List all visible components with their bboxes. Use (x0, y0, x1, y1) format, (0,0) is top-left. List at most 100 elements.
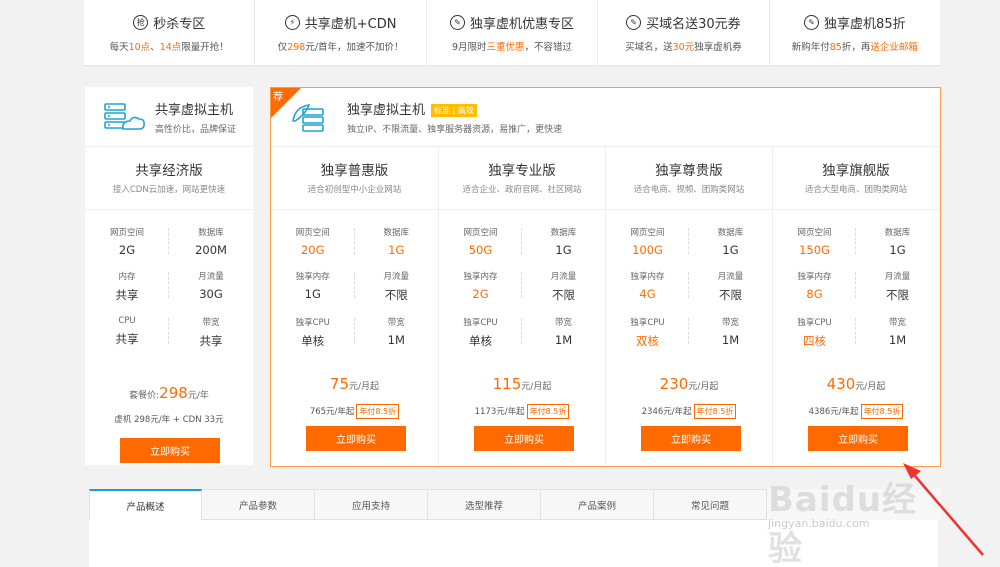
tab-item[interactable]: 产品案例 (541, 489, 654, 520)
spec-value: 150G (799, 243, 830, 257)
spec-item: 独享内存 8G (773, 270, 856, 303)
exclusive-host-title: 独享虚拟主机 (347, 103, 426, 118)
promo-item[interactable]: ✎ 买域名送30元券 买域名，送30元独享虚机券 (597, 0, 768, 65)
spec-grid: 网页空间 2G 数据库 200M 内存 共享 月流量 30G CPU 共享 带宽 共享 (85, 210, 253, 349)
price-line: 430元/月起 (773, 375, 939, 393)
plan-card: 独享专业版 适合企业、政府官网、社区网站 网页空间 50G 数据库 1G 独享内存 2G 月流量… (438, 147, 605, 466)
promo-item[interactable]: ⚡ 共享虚机+CDN 仅298元/首年，加速不加价！ (254, 0, 425, 65)
shared-host-header: 共享虚拟主机 高性价比，品牌保证 (85, 87, 253, 147)
tab-item[interactable]: 常见问题 (654, 489, 767, 520)
tab-item[interactable]: 应用支持 (315, 489, 428, 520)
price-unit: 元/年 (187, 391, 209, 401)
promo-icon: ✎ (804, 15, 820, 30)
price-line: 115元/月起 (439, 375, 605, 393)
price-unit: 元/月起 (688, 382, 719, 392)
spec-label: 独享内存 (630, 272, 665, 282)
spec-label: 独享CPU (463, 318, 498, 328)
spec-value: 1G (889, 243, 906, 257)
price-line: 75元/月起 (271, 375, 438, 393)
promo-subtitle-segment: 三重优惠 (486, 41, 525, 53)
promo-title: 秒杀专区 (153, 17, 206, 32)
promo-subtitle-segment: 、 (150, 41, 160, 53)
spec-item: 网页空间 100G (606, 226, 689, 257)
spec-value: 不限 (384, 288, 408, 302)
spec-item: 独享CPU 双核 (606, 316, 689, 349)
promo-icon: 抢 (133, 15, 149, 30)
tab-item[interactable]: 产品参数 (202, 489, 315, 520)
spec-label: 数据库 (717, 228, 744, 238)
spec-item: 数据库 200M (169, 226, 253, 257)
promo-subtitle-segment: 298 (287, 41, 306, 53)
price-value: 75 (329, 375, 350, 393)
spec-label: 带宽 (721, 318, 739, 328)
plan-desc: 适合大型电商、团购类网站 (804, 185, 907, 195)
spec-item: 独享CPU 单核 (439, 316, 522, 349)
spec-label: 带宽 (387, 318, 405, 328)
promo-item[interactable]: ✎ 独享虚机优惠专区 9月限时三重优惠，不容错过 (425, 0, 597, 65)
buy-now-button[interactable]: 立即购买 (641, 426, 741, 451)
spec-label: 独享CPU (630, 318, 665, 328)
spec-value: 四核 (803, 334, 826, 348)
price-block: 115元/月起 1173元/年起 年付8.5折 (439, 375, 605, 419)
spec-item: CPU 共享 (85, 316, 169, 349)
spec-value: 不限 (552, 288, 575, 302)
promo-subtitle-segment: 仅 (277, 41, 288, 53)
spec-value: 共享 (199, 334, 223, 348)
promo-icon: ⚡ (284, 15, 300, 30)
recommend-ribbon-label: 荐 (273, 92, 283, 103)
promo-subtitle-segment: 独享虚机券 (694, 41, 742, 53)
promo-subtitle: 每天10点、14点限量开抢！ (110, 39, 229, 53)
price-block: 套餐价:298元/年 虚机 298元/年 + CDN 33元 (85, 384, 253, 425)
spec-label: 月流量 (717, 272, 744, 282)
plan-card: 独享旗舰版 适合大型电商、团购类网站 网页空间 150G 数据库 1G 独享内存 8G 月流量不… (772, 147, 939, 466)
price-value: 230 (659, 375, 689, 393)
spec-value: 单核 (301, 334, 325, 348)
promo-subtitle-segment: 元/首年，加速不加价！ (305, 41, 404, 53)
promo-subtitle: 新购年付85折，再送企业邮箱 (792, 39, 918, 53)
spec-value: 30G (199, 287, 223, 301)
buy-now-button[interactable]: 立即购买 (474, 426, 574, 451)
exclusive-host-subtitle: 独立IP、不限流量、独享服务器资源，易推广，更快速 (347, 125, 563, 135)
spec-item: 数据库 1G (856, 226, 939, 257)
spec-value: 1G (388, 243, 405, 257)
spec-label: 带宽 (888, 318, 906, 328)
discount-badge: 年付8.5折 (526, 404, 570, 419)
spec-label: 网页空间 (797, 228, 832, 238)
promo-title-row: ✎ 独享虚机85折 (804, 13, 906, 33)
shared-host-card: 共享虚拟主机 高性价比，品牌保证 共享经济版 接入CDN云加速，网站更快速 网页… (85, 87, 253, 465)
spec-label: 独享CPU (295, 318, 330, 328)
buy-now-button[interactable]: 立即购买 (120, 438, 220, 463)
spec-item: 带宽 1M (856, 316, 939, 349)
price-sub-line: 1173元/年起 年付8.5折 (439, 404, 605, 419)
buy-now-button[interactable]: 立即购买 (808, 426, 908, 451)
spec-label: 月流量 (550, 272, 577, 282)
promo-item[interactable]: ✎ 独享虚机85折新购年付85折，再送企业邮箱 (768, 0, 940, 65)
year-price: 2346元/年起 (641, 407, 692, 417)
promo-subtitle: 仅298元/首年，加速不加价！ (278, 39, 404, 53)
shared-host-title: 共享虚拟主机 (155, 102, 234, 118)
promo-item[interactable]: 抢秒杀专区每天10点、14点限量开抢！ (84, 0, 254, 65)
spec-item: 独享内存 1G (271, 270, 355, 303)
promo-title: 独享虚机85折 (824, 17, 906, 32)
discount-badge: 年付8.5折 (356, 404, 400, 419)
spec-label: CPU (118, 316, 136, 326)
spec-value: 1M (721, 333, 740, 347)
tab-item[interactable]: 产品概述 (89, 489, 202, 520)
buy-now-button[interactable]: 立即购买 (306, 426, 406, 451)
discount-badge: 年付8.5折 (860, 404, 904, 419)
spec-grid: 网页空间 20G 数据库 1G 独享内存 1G 月流量 不限 独享CPU 单核 带宽 1M (271, 210, 438, 349)
spec-item: 独享CPU 四核 (773, 316, 856, 349)
spec-value: 1G (555, 243, 572, 257)
spec-label: 网页空间 (630, 228, 665, 238)
tab-item[interactable]: 选型推荐 (428, 489, 541, 520)
discount-badge: 年付8.5折 (693, 404, 737, 419)
spec-item: 带宽 1M (689, 316, 772, 349)
spec-value: 1M (888, 333, 907, 347)
plan-name: 独享专业版 (488, 163, 556, 179)
plan-card: 独享普惠版 适合初创型中小企业网站 网页空间 20G 数据库 1G 独享内存 1G 月流量 不限独… (271, 147, 438, 466)
year-price: 765元/年起 (309, 407, 355, 417)
price-value: 298 (159, 384, 188, 402)
exclusive-host-title-row: 独享虚拟主机 标准 | 高效 (347, 99, 562, 118)
spec-item: 带宽 共享 (169, 316, 253, 349)
spec-grid: 网页空间 150G 数据库 1G 独享内存 8G 月流量 不限 独享CPU 四核 带宽 1M (773, 210, 939, 349)
